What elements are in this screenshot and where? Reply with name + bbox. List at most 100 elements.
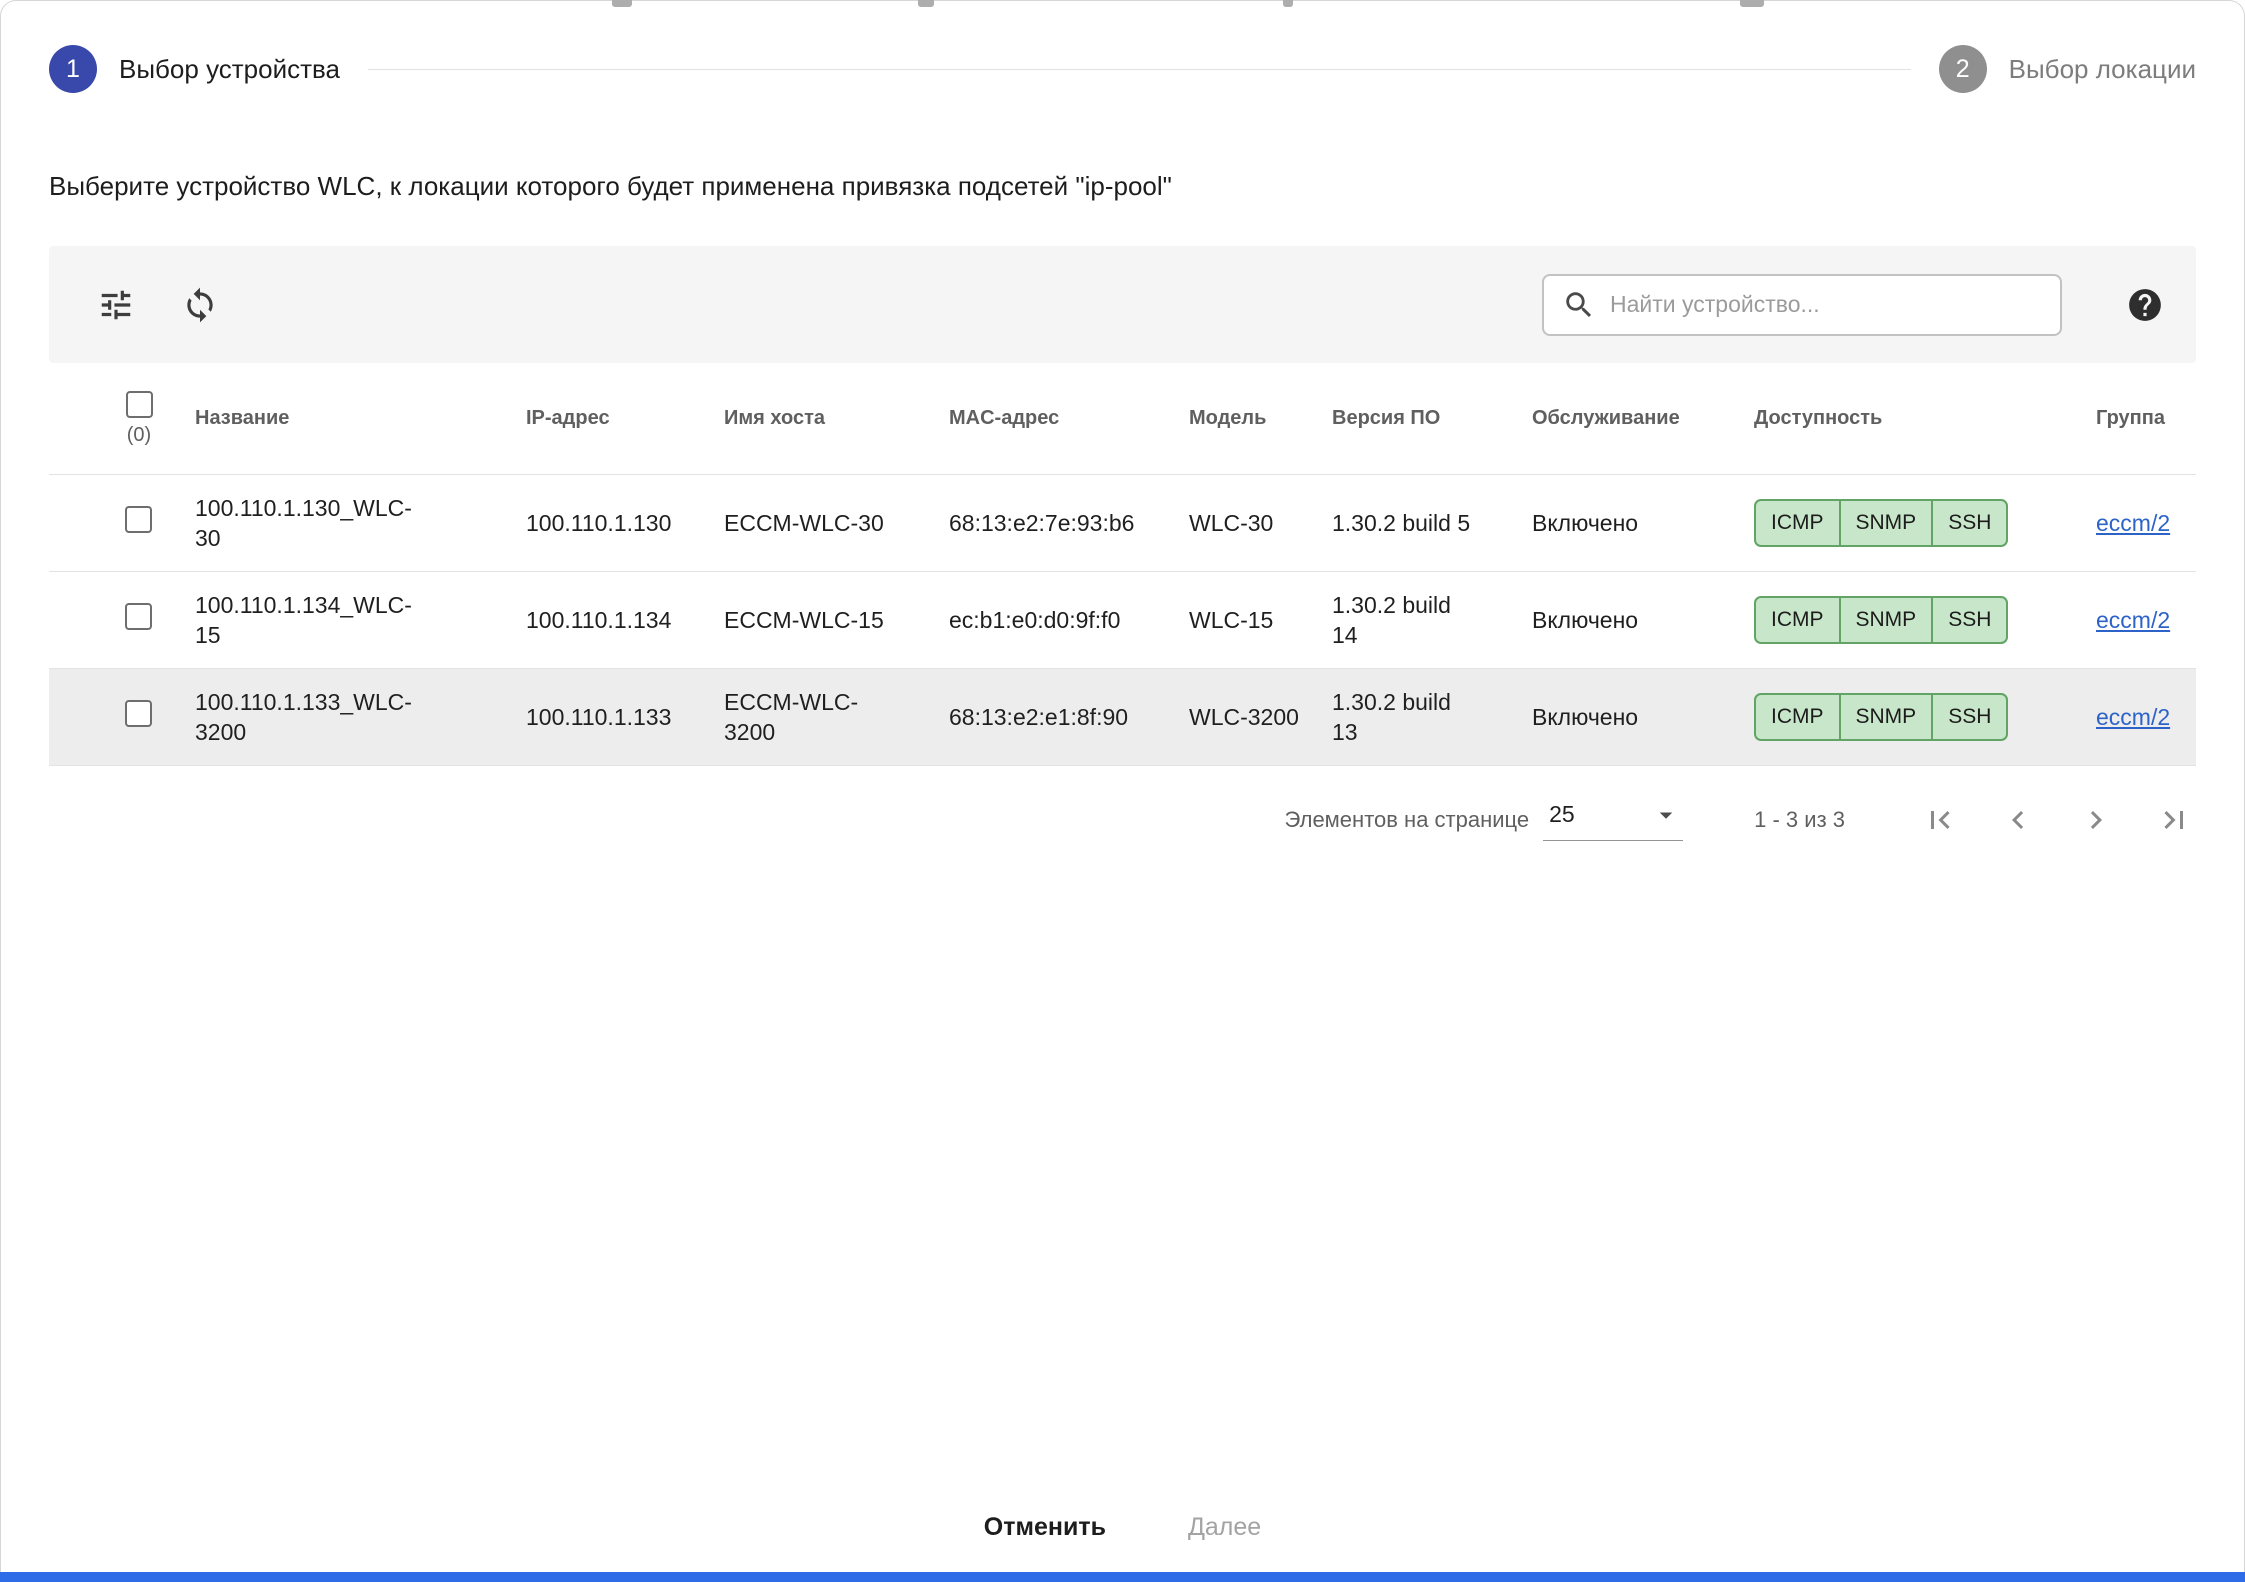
availability-badge-icmp: ICMP: [1756, 501, 1839, 545]
device-name-cell: 100.110.1.130_WLC-30: [195, 493, 526, 553]
bottom-accent-bar: [0, 1572, 2245, 1582]
model-cell: WLC-3200: [1189, 702, 1332, 732]
step-device-selection: 1 Выбор устройства: [49, 45, 340, 93]
last-page-icon: [2156, 802, 2192, 838]
maintenance-cell: Включено: [1532, 702, 1754, 732]
search-box: [1542, 274, 2062, 336]
model-cell: WLC-30: [1189, 508, 1332, 538]
group-link[interactable]: eccm/2: [2096, 607, 2170, 633]
help-button[interactable]: [2122, 282, 2168, 328]
step-1-label: Выбор устройства: [119, 54, 340, 85]
device-name: 100.110.1.133_WLC-3200: [195, 687, 430, 747]
step-2-label: Выбор локации: [2009, 54, 2196, 85]
device-maintenance: Включено: [1532, 704, 1638, 730]
model-cell: WLC-15: [1189, 605, 1332, 635]
search-input[interactable]: [1610, 291, 2042, 318]
device-ip: 100.110.1.130: [526, 510, 671, 536]
row-checkbox[interactable]: [125, 603, 152, 630]
help-icon: [2126, 286, 2164, 324]
device-selection-dialog: 1 Выбор устройства 2 Выбор локации Выбер…: [0, 0, 2245, 1572]
device-maintenance: Включено: [1532, 607, 1638, 633]
device-maintenance: Включено: [1532, 510, 1638, 536]
next-page-button[interactable]: [2074, 798, 2118, 842]
maintenance-cell: Включено: [1532, 508, 1754, 538]
firmware-cell: 1.30.2 build 5: [1332, 508, 1532, 538]
devices-table: (0) Название IP-адрес Имя хоста MAC-адре…: [49, 363, 2196, 766]
row-select-cell: [49, 506, 195, 540]
last-page-button[interactable]: [2152, 798, 2196, 842]
row-checkbox[interactable]: [125, 700, 152, 727]
column-header-name: Название: [195, 407, 526, 430]
previous-page-button[interactable]: [1996, 798, 2040, 842]
availability-badge-icmp: ICMP: [1756, 695, 1839, 739]
group-link[interactable]: eccm/2: [2096, 704, 2170, 730]
row-select-cell: [49, 700, 195, 734]
table-toolbar: [49, 246, 2196, 363]
device-mac: 68:13:e2:7e:93:b6: [949, 510, 1134, 536]
hostname-cell: ECCM-WLC-15: [724, 605, 949, 635]
device-name-cell: 100.110.1.133_WLC-3200: [195, 687, 526, 747]
availability-badges: ICMPSNMPSSH: [1754, 499, 2008, 547]
mac-cell: 68:13:e2:7e:93:b6: [949, 508, 1189, 538]
selected-count: (0): [127, 424, 151, 447]
dialog-subtitle: Выберите устройство WLC, к локации котор…: [49, 171, 2196, 202]
device-hostname: ECCM-WLC-30: [724, 508, 884, 538]
table-row[interactable]: 100.110.1.134_WLC-15 100.110.1.134 ECCM-…: [49, 572, 2196, 669]
group-link[interactable]: eccm/2: [2096, 510, 2170, 536]
background-artifact: [612, 0, 632, 7]
table-body: 100.110.1.130_WLC-30 100.110.1.130 ECCM-…: [49, 475, 2196, 766]
items-per-page-select[interactable]: 25: [1543, 800, 1683, 841]
first-page-button[interactable]: [1918, 798, 1962, 842]
column-header-hostname: Имя хоста: [724, 407, 949, 430]
device-model: WLC-15: [1189, 607, 1273, 633]
column-header-group: Группа: [2096, 407, 2198, 430]
firmware-cell: 1.30.2 build 13: [1332, 687, 1532, 747]
device-firmware: 1.30.2 build 13: [1332, 687, 1477, 747]
filter-button[interactable]: [93, 282, 139, 328]
step-location-selection: 2 Выбор локации: [1939, 45, 2196, 93]
ip-cell: 100.110.1.133: [526, 702, 724, 732]
device-mac: 68:13:e2:e1:8f:90: [949, 704, 1128, 730]
sync-icon: [181, 286, 219, 324]
maintenance-cell: Включено: [1532, 605, 1754, 635]
column-header-firmware: Версия ПО: [1332, 407, 1532, 430]
chevron-right-icon: [2078, 802, 2114, 838]
column-header-model: Модель: [1189, 407, 1332, 430]
availability-cell: ICMPSNMPSSH: [1754, 693, 2096, 741]
mac-cell: 68:13:e2:e1:8f:90: [949, 702, 1189, 732]
group-cell: eccm/2: [2096, 702, 2198, 732]
pagination-controls: [1918, 798, 2196, 842]
firmware-cell: 1.30.2 build 14: [1332, 590, 1532, 650]
device-name: 100.110.1.134_WLC-15: [195, 590, 430, 650]
dialog-actions: Отменить Далее: [49, 1505, 2196, 1550]
availability-badges: ICMPSNMPSSH: [1754, 596, 2008, 644]
table-row[interactable]: 100.110.1.130_WLC-30 100.110.1.130 ECCM-…: [49, 475, 2196, 572]
stepper-divider: [368, 69, 1911, 70]
device-ip: 100.110.1.133: [526, 704, 671, 730]
row-select-cell: [49, 603, 195, 637]
step-1-badge: 1: [49, 45, 97, 93]
column-header-maintenance: Обслуживание: [1532, 407, 1754, 430]
group-cell: eccm/2: [2096, 508, 2198, 538]
device-firmware: 1.30.2 build 5: [1332, 508, 1470, 538]
background-artifact: [918, 0, 934, 7]
device-ip: 100.110.1.134: [526, 607, 671, 633]
availability-badge-ssh: SSH: [1931, 501, 2006, 545]
column-header-ip: IP-адрес: [526, 407, 724, 430]
table-row[interactable]: 100.110.1.133_WLC-3200 100.110.1.133 ECC…: [49, 669, 2196, 766]
device-name-cell: 100.110.1.134_WLC-15: [195, 590, 526, 650]
ip-cell: 100.110.1.130: [526, 508, 724, 538]
select-all-checkbox[interactable]: [126, 391, 153, 418]
items-per-page-label: Элементов на странице: [1285, 807, 1530, 833]
row-checkbox[interactable]: [125, 506, 152, 533]
pagination: Элементов на странице 25 1 - 3 из 3: [49, 798, 2196, 842]
chevron-down-icon: [1651, 800, 1681, 830]
device-firmware: 1.30.2 build 14: [1332, 590, 1477, 650]
cancel-button[interactable]: Отменить: [968, 1505, 1122, 1550]
availability-badge-snmp: SNMP: [1839, 501, 1932, 545]
refresh-button[interactable]: [177, 282, 223, 328]
availability-cell: ICMPSNMPSSH: [1754, 499, 2096, 547]
background-artifact: [1283, 0, 1293, 7]
next-button[interactable]: Далее: [1172, 1505, 1277, 1550]
hostname-cell: ECCM-WLC-30: [724, 508, 949, 538]
